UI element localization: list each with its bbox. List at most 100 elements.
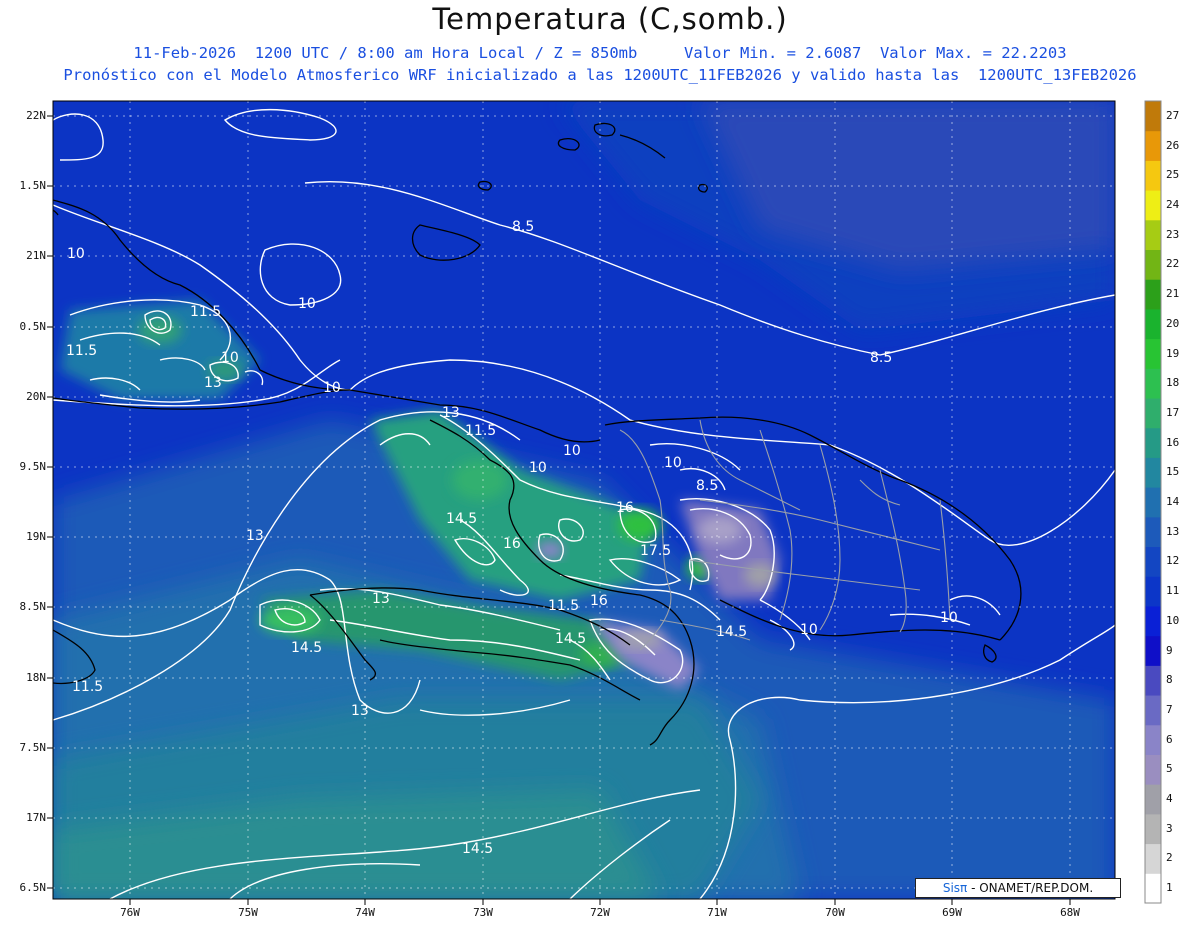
lat-label: 9.5N (19, 460, 47, 473)
contour-label: 13 (372, 591, 390, 607)
lon-label: 70W (825, 906, 845, 919)
contour-label: 10 (664, 455, 682, 471)
contour-label: 14.5 (462, 841, 493, 857)
contour-label: 11.5 (548, 598, 579, 614)
contour-label: 14.5 (555, 631, 586, 647)
legend-swatch (1145, 338, 1161, 369)
legend-value: 19 (1166, 346, 1180, 360)
contour-label: 10 (800, 622, 818, 638)
legend-value: 25 (1166, 168, 1180, 182)
legend-swatch (1145, 754, 1161, 785)
legend-swatch (1145, 249, 1161, 280)
lon-label: 71W (707, 906, 727, 919)
contour-label: 13 (351, 703, 369, 719)
legend-value: 9 (1166, 643, 1173, 657)
contour-label: 10 (563, 443, 581, 459)
contour-label: 10 (940, 610, 958, 626)
legend-swatch (1145, 308, 1161, 340)
contour-label: 17.5 (640, 543, 671, 559)
lat-label: 0.5N (19, 320, 47, 333)
legend-swatch (1145, 368, 1161, 399)
contour-label: 13 (246, 528, 264, 544)
lat-label: 20N (26, 390, 46, 403)
legend-value: 7 (1166, 702, 1173, 716)
legend-value: 16 (1166, 435, 1180, 449)
lon-label: 74W (355, 906, 375, 919)
contour-label: 10 (67, 246, 85, 262)
lon-label: 73W (473, 906, 493, 919)
lat-label: 17N (26, 811, 46, 824)
contour-label: 8.5 (512, 219, 534, 235)
legend-value: 23 (1166, 227, 1180, 241)
legend-value: 26 (1166, 138, 1180, 152)
legend-swatch (1145, 219, 1161, 251)
contour-label: 13 (204, 375, 222, 391)
contour-label: 11.5 (72, 679, 103, 695)
legend-swatch (1145, 398, 1161, 429)
legend-swatch (1145, 546, 1161, 577)
legend-value: 22 (1166, 257, 1180, 271)
legend-value: 1 (1166, 881, 1173, 895)
legend-swatch (1145, 130, 1161, 161)
legend-value: 15 (1166, 465, 1180, 479)
legend-value: 18 (1166, 376, 1180, 390)
temperature-map: 8.5 8.5 10 10 10 10 10 10 10 10 10 11.5 … (47, 100, 1162, 905)
legend-swatch (1145, 160, 1161, 191)
contour-label: 16 (503, 536, 521, 552)
legend-swatch (1145, 635, 1161, 666)
legend-swatch (1145, 873, 1161, 904)
legend-swatch (1145, 724, 1161, 755)
legend-value: 10 (1166, 613, 1180, 627)
lat-label: 6.5N (19, 881, 47, 894)
legend-swatch (1145, 427, 1161, 458)
legend-value: 4 (1166, 792, 1173, 805)
contour-label: 8.5 (696, 478, 718, 494)
contour-label: 16 (590, 593, 608, 609)
color-legend (1144, 100, 1162, 904)
contour-label: 16 (616, 500, 634, 516)
legend-value: 3 (1166, 821, 1173, 835)
legend-swatch (1145, 665, 1161, 696)
lon-label: 75W (238, 906, 258, 919)
legend-swatch (1145, 190, 1161, 221)
contour-label: 14.5 (716, 624, 747, 640)
sispi-logo: Sisπ (942, 881, 968, 895)
legend-value: 2 (1166, 851, 1173, 865)
legend-swatch (1145, 843, 1161, 874)
legend-value: 17 (1166, 405, 1180, 419)
lat-label: 21N (26, 249, 46, 262)
contour-label: 10 (529, 460, 547, 476)
legend-swatch (1145, 487, 1161, 518)
legend-value: 8 (1166, 673, 1173, 687)
lon-label: 72W (590, 906, 610, 919)
legend-swatch (1145, 576, 1161, 607)
legend-value: 20 (1166, 316, 1180, 330)
lat-label: 8.5N (19, 600, 47, 613)
credit-box: Sisπ - ONAMET/REP.DOM. (915, 878, 1121, 898)
legend-value: 6 (1166, 732, 1173, 746)
contour-label: 13 (442, 405, 460, 421)
legend-value: 12 (1166, 554, 1180, 568)
legend-swatch (1145, 813, 1161, 845)
contour-label: 14.5 (446, 511, 477, 527)
credit-text: - ONAMET/REP.DOM. (967, 881, 1094, 895)
legend-swatch (1145, 457, 1161, 488)
lon-label: 69W (942, 906, 962, 919)
legend-value: 5 (1166, 762, 1173, 776)
contour-label: 14.5 (291, 640, 322, 656)
contour-label: 11.5 (190, 304, 221, 320)
legend-swatch (1145, 695, 1161, 726)
legend-swatch (1145, 605, 1161, 637)
contour-label: 11.5 (465, 423, 496, 439)
lat-label: 18N (26, 671, 46, 684)
lat-label: 19N (26, 530, 46, 543)
contour-label: 10 (323, 380, 341, 396)
contour-label: 11.5 (66, 343, 97, 359)
legend-value: 24 (1166, 198, 1180, 211)
legend-swatch (1145, 279, 1161, 310)
legend-swatch (1145, 101, 1161, 132)
contour-label: 8.5 (870, 350, 892, 366)
contour-label: 10 (298, 296, 316, 312)
legend-value: 27 (1166, 108, 1180, 122)
legend-swatch (1145, 516, 1161, 548)
